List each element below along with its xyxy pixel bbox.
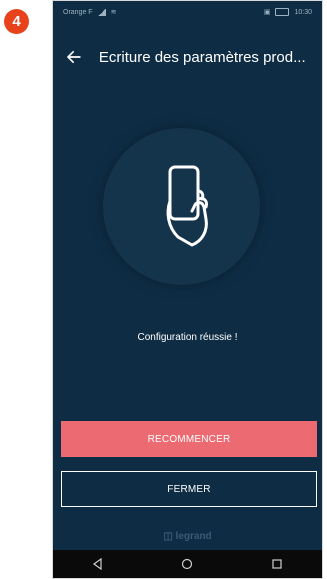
status-bar: Orange F ≋ ▣ 10:30 bbox=[53, 1, 322, 23]
home-circle-icon[interactable] bbox=[181, 558, 193, 570]
back-triangle-icon[interactable] bbox=[92, 558, 104, 570]
signal-icon bbox=[97, 8, 106, 16]
clock: 10:30 bbox=[294, 8, 312, 16]
battery-icon bbox=[275, 8, 290, 16]
navigation-bar bbox=[53, 550, 322, 578]
recents-square-icon[interactable] bbox=[271, 558, 283, 570]
page-title: Ecriture des paramètres prod... bbox=[98, 48, 306, 66]
phone-in-hand-icon bbox=[166, 165, 208, 247]
back-arrow-icon[interactable] bbox=[65, 48, 83, 66]
brand-mark-icon: ◫ bbox=[163, 531, 176, 542]
success-message: Configuration réussie ! bbox=[137, 332, 238, 343]
step-badge: 4 bbox=[4, 9, 29, 34]
wifi-icon: ≋ bbox=[110, 9, 117, 16]
brand-text: legrand bbox=[175, 531, 212, 542]
status-left: Orange F ≋ bbox=[63, 8, 116, 16]
restart-button[interactable]: RECOMMENCER bbox=[61, 421, 317, 457]
step-number: 4 bbox=[12, 13, 21, 30]
app-bar: Ecriture des paramètres prod... bbox=[53, 39, 322, 75]
status-right: ▣ 10:30 bbox=[264, 8, 312, 16]
close-button-label: FERMER bbox=[167, 483, 211, 495]
brand-logo: ◫ legrand bbox=[53, 531, 322, 542]
phone-screen: Orange F ≋ ▣ 10:30 Ecriture des paramètr… bbox=[52, 0, 323, 579]
restart-button-label: RECOMMENCER bbox=[147, 433, 231, 445]
carrier-label: Orange F bbox=[63, 8, 93, 16]
close-button[interactable]: FERMER bbox=[61, 471, 317, 507]
nfc-icon: ▣ bbox=[263, 9, 271, 16]
